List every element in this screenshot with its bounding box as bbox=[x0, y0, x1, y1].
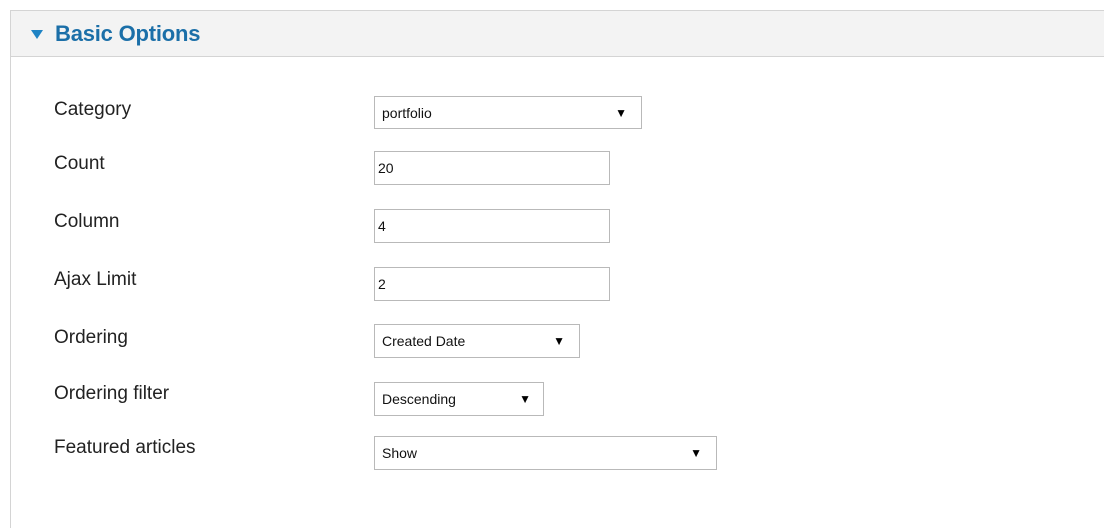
column-input-value: 4 bbox=[378, 218, 386, 234]
count-label: Count bbox=[54, 153, 105, 174]
basic-options-header[interactable]: Basic Options bbox=[11, 11, 1104, 57]
dropdown-arrow-icon: ▼ bbox=[553, 334, 565, 348]
field-row-ajax-limit: Ajax Limit 2 bbox=[11, 265, 1104, 305]
count-input-value: 20 bbox=[378, 160, 394, 176]
ordering-filter-select-value: Descending bbox=[382, 391, 456, 407]
basic-options-panel: Basic Options Category portfolio ▼ Count… bbox=[10, 10, 1104, 528]
ordering-select-value: Created Date bbox=[382, 333, 466, 349]
featured-articles-label: Featured articles bbox=[54, 437, 196, 458]
category-select[interactable]: portfolio ▼ bbox=[374, 96, 642, 129]
count-input[interactable]: 20 bbox=[374, 151, 610, 185]
ordering-select[interactable]: Created Date ▼ bbox=[374, 324, 580, 358]
field-row-count: Count 20 bbox=[11, 149, 1104, 189]
ordering-filter-label: Ordering filter bbox=[54, 383, 170, 404]
ajax-limit-input[interactable]: 2 bbox=[374, 267, 610, 301]
ordering-label: Ordering bbox=[54, 327, 128, 348]
featured-articles-select[interactable]: Show ▼ bbox=[374, 436, 717, 470]
caret-down-icon[interactable] bbox=[31, 29, 43, 39]
ajax-limit-input-value: 2 bbox=[378, 276, 386, 292]
field-row-featured-articles: Featured articles Show ▼ bbox=[11, 431, 1104, 471]
field-row-column: Column 4 bbox=[11, 207, 1104, 247]
category-label: Category bbox=[54, 99, 132, 120]
field-row-category: Category portfolio ▼ bbox=[11, 93, 1104, 133]
column-label: Column bbox=[54, 211, 120, 232]
dropdown-arrow-icon: ▼ bbox=[690, 446, 702, 460]
field-row-ordering: Ordering Created Date ▼ bbox=[11, 321, 1104, 361]
field-row-ordering-filter: Ordering filter Descending ▼ bbox=[11, 377, 1104, 417]
section-title: Basic Options bbox=[55, 20, 201, 46]
category-select-value: portfolio bbox=[382, 104, 432, 121]
featured-articles-select-value: Show bbox=[382, 445, 418, 461]
dropdown-arrow-icon: ▼ bbox=[519, 392, 531, 406]
ordering-filter-select[interactable]: Descending ▼ bbox=[374, 382, 544, 416]
column-input[interactable]: 4 bbox=[374, 209, 610, 243]
ajax-limit-label: Ajax Limit bbox=[54, 269, 137, 290]
dropdown-arrow-icon: ▼ bbox=[615, 105, 627, 120]
